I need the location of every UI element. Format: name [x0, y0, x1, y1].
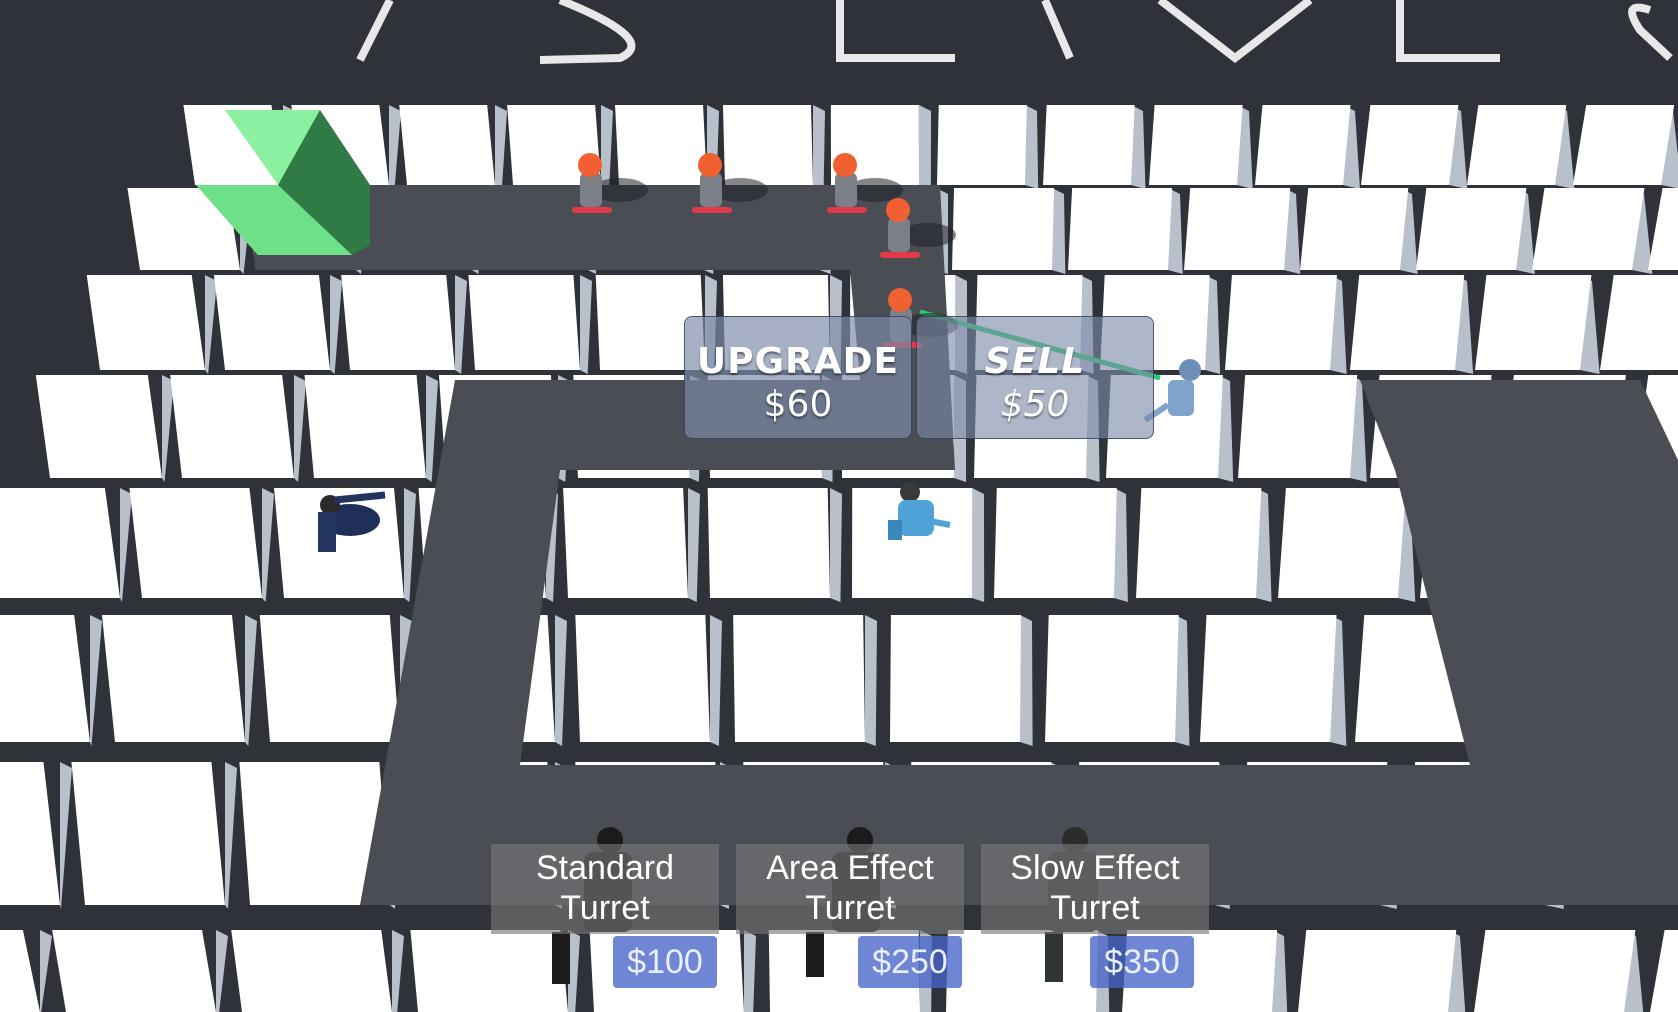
- grid-tile[interactable]: [0, 762, 72, 909]
- grid-tile[interactable]: [1648, 188, 1678, 274]
- grid-tile[interactable]: [1300, 188, 1418, 274]
- grid-tile[interactable]: [213, 275, 342, 374]
- grid-tile[interactable]: [1238, 375, 1367, 482]
- grid-tile[interactable]: [1350, 275, 1474, 374]
- upgrade-price: $60: [763, 384, 833, 425]
- grid-tile[interactable]: [0, 615, 102, 746]
- grid-tile[interactable]: [994, 488, 1128, 602]
- grid-tile[interactable]: [1184, 188, 1301, 274]
- grid-tile[interactable]: [1532, 188, 1653, 274]
- grid-tile[interactable]: [890, 615, 1033, 746]
- shop-area-effect-turret-button[interactable]: Area Effect Turret: [736, 844, 964, 934]
- sell-price: $50: [1000, 384, 1070, 425]
- grid-tile[interactable]: [952, 188, 1066, 274]
- grid-tile[interactable]: [231, 930, 404, 1012]
- lives-title: [356, 0, 1673, 64]
- grid-tile[interactable]: [468, 275, 592, 374]
- grid-tile[interactable]: [1416, 188, 1535, 274]
- grid-tile[interactable]: [1467, 105, 1575, 189]
- grid-tile[interactable]: [259, 615, 412, 746]
- grid-tile[interactable]: [341, 275, 467, 374]
- grid-tile[interactable]: [304, 375, 438, 482]
- grid-tile[interactable]: [1200, 615, 1347, 746]
- grid-tile[interactable]: [707, 488, 842, 602]
- grid-tile[interactable]: [1068, 188, 1183, 274]
- grid-tile[interactable]: [563, 488, 700, 602]
- grid-tile[interactable]: [1225, 275, 1347, 374]
- shop-slow-effect-price[interactable]: $350: [1090, 936, 1194, 988]
- grid-tile[interactable]: [35, 375, 174, 482]
- grid-tile[interactable]: [937, 105, 1039, 189]
- sell-label: SELL: [984, 341, 1086, 382]
- grid-tile[interactable]: [0, 930, 52, 1012]
- grid-tile[interactable]: [1361, 105, 1468, 189]
- shop-area-effect-price[interactable]: $250: [858, 936, 962, 988]
- shop-item-name: Turret: [805, 889, 895, 927]
- sell-button[interactable]: SELL $50: [916, 316, 1154, 439]
- grid-tile[interactable]: [1149, 105, 1253, 189]
- shop-slow-effect-turret-button[interactable]: Slow Effect Turret: [981, 844, 1209, 934]
- grid-tile[interactable]: [575, 615, 722, 746]
- grid-tile[interactable]: [1043, 105, 1146, 189]
- shop-item-name: Area Effect: [766, 849, 934, 887]
- shop-standard-price[interactable]: $100: [613, 936, 717, 988]
- upgrade-button[interactable]: UPGRADE $60: [684, 316, 912, 439]
- grid-tile[interactable]: [733, 615, 877, 746]
- upgrade-label: UPGRADE: [696, 341, 900, 382]
- grid-tile[interactable]: [129, 488, 274, 602]
- grid-tile[interactable]: [1600, 275, 1678, 374]
- grid-tile[interactable]: [1573, 105, 1678, 189]
- grid-tile[interactable]: [170, 375, 306, 482]
- grid-tile[interactable]: [1650, 930, 1678, 1012]
- grid-tile[interactable]: [722, 105, 825, 189]
- grid-tile[interactable]: [86, 275, 217, 374]
- grid-tile[interactable]: [1474, 930, 1644, 1012]
- grid-tile[interactable]: [101, 615, 257, 746]
- grid-tile[interactable]: [1298, 930, 1466, 1012]
- grid-tile[interactable]: [0, 488, 132, 602]
- shop-item-name: Turret: [560, 889, 650, 927]
- grid-tile[interactable]: [1136, 488, 1272, 602]
- grid-tile[interactable]: [1278, 488, 1416, 602]
- shop-item-name: Standard: [536, 849, 674, 887]
- grid-tile[interactable]: [399, 105, 507, 189]
- shop-standard-turret-button[interactable]: Standard Turret: [491, 844, 719, 934]
- grid-tile[interactable]: [946, 930, 1110, 1012]
- grid-tile[interactable]: [52, 930, 228, 1012]
- grid-tile[interactable]: [1045, 615, 1190, 746]
- shop-item-name: Slow Effect: [1010, 849, 1180, 887]
- grid-tile[interactable]: [1475, 275, 1600, 374]
- grid-tile[interactable]: [1255, 105, 1360, 189]
- shop-item-name: Turret: [1050, 889, 1140, 927]
- grid-tile[interactable]: [71, 762, 237, 909]
